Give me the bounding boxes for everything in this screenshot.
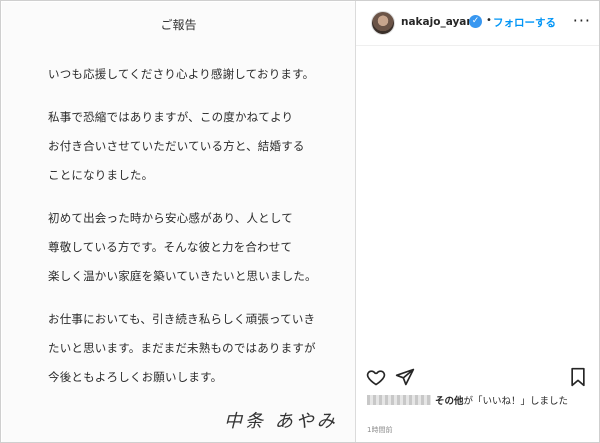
letter-line: 今後ともよろしくお願いします。 — [48, 370, 223, 384]
heart-icon[interactable] — [366, 367, 386, 391]
letter-line: たいと思います。まだまだ未熟ものではありますが — [48, 341, 316, 355]
blurred-username — [367, 395, 431, 405]
letter-line: いつも応援してくださり心より感謝しております。 — [48, 67, 315, 81]
post-timestamp[interactable]: 1時間前 — [367, 425, 392, 435]
letter-line: 楽しく温かい家庭を築いていきたいと思いました。 — [48, 269, 317, 283]
instagram-post: ご報告 いつも応援してくださり心より感謝しております。 私事で恐縮ではありますが… — [0, 0, 600, 443]
post-side-panel: nakajo_ayami ✓ • フォローする ··· その他が「いいね！」しま… — [356, 1, 599, 442]
letter-line: お仕事においても、引き続き私らしく頑張っていき — [48, 312, 316, 326]
handwritten-signature: 中条 あやみ — [224, 411, 338, 432]
follow-button[interactable]: フォローする — [493, 15, 556, 30]
separator-dot: • — [486, 15, 492, 26]
more-options-icon[interactable]: ··· — [573, 11, 591, 30]
bookmark-icon[interactable] — [569, 367, 587, 391]
likes-summary: その他が「いいね！」しました — [367, 395, 592, 409]
likes-text: が「いいね！」しました — [463, 396, 569, 407]
share-icon[interactable] — [395, 367, 415, 391]
letter-line: お付き合いさせていただいている方と、結婚する — [48, 139, 305, 153]
letter-line: 私事で恐縮ではありますが、この度かねてより — [48, 110, 294, 124]
verified-badge-icon: ✓ — [469, 15, 482, 28]
avatar[interactable] — [371, 11, 395, 35]
letter-line: 尊敬している方です。そんな彼と力を合わせて — [48, 240, 293, 254]
letter-line: 初めて出会った時から安心感があり、人として — [48, 211, 293, 225]
post-header: nakajo_ayami ✓ • フォローする ··· — [356, 1, 599, 46]
letter-title: ご報告 — [160, 18, 197, 32]
letter-line: ことになりました。 — [48, 168, 154, 182]
others-link[interactable]: その他 — [435, 396, 464, 407]
action-bar — [356, 365, 599, 389]
post-image-letter[interactable]: ご報告 いつも応援してくださり心より感謝しております。 私事で恐縮ではありますが… — [2, 2, 355, 442]
